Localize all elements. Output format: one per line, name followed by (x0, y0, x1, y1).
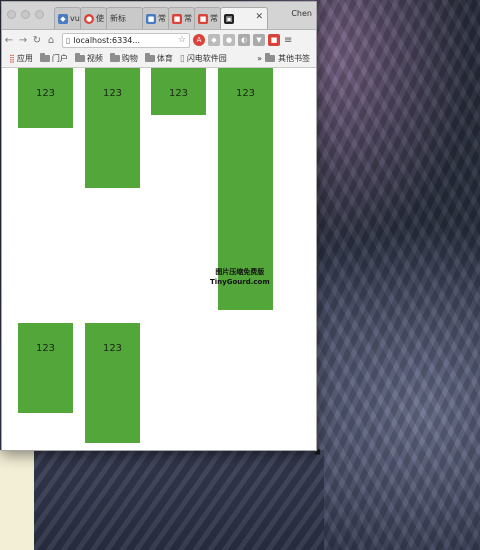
bookmark-label: 其他书签 (278, 54, 310, 63)
desktop-corner (0, 450, 34, 550)
bookmark-label: 闪电软件园 (186, 54, 227, 63)
tab-active[interactable]: ▣ ✕ (220, 7, 268, 29)
bookmark-page[interactable]: ▯ 闪电软件园 (180, 53, 227, 64)
menu-icon[interactable]: ≡ (284, 35, 292, 46)
tab-label: 常 (210, 14, 218, 23)
minimize-window-button[interactable] (21, 10, 30, 19)
site-icon: ■ (198, 13, 208, 24)
apps-grid-icon: ⣿ (9, 54, 15, 63)
image-icon: ▣ (224, 13, 234, 24)
page-info-icon[interactable]: ▯ (66, 36, 70, 45)
bookmark-folder-portal[interactable]: 门户 (39, 53, 68, 64)
profile-name[interactable]: Chen (291, 9, 312, 18)
green-box: 123 (18, 68, 73, 128)
mountain-ridge (315, 0, 480, 550)
stop-icon: ● (84, 13, 94, 24)
bookmark-label: 视频 (86, 54, 103, 63)
browser-window: ◆ vu ● 使 新标 ■ 常 ■ 常 ■ 常 ▣ ✕ Chen ← → ↻ ⌂… (1, 1, 317, 451)
browser-toolbar: ← → ↻ ⌂ ▯ localhost:6334... ☆ A ◆ ● ◐ ▼ … (2, 30, 316, 50)
tab-new[interactable]: 新标 (106, 7, 143, 29)
extension-icon[interactable]: ● (223, 34, 235, 46)
bookmark-label: 应用 (16, 54, 33, 63)
bookmark-folder-shopping[interactable]: 购物 (109, 53, 138, 64)
green-box: 123 (85, 68, 140, 188)
page-icon: ▯ (179, 53, 185, 64)
tab-common-2[interactable]: ■ 常 (168, 7, 195, 29)
home-icon[interactable]: ⌂ (44, 35, 58, 46)
tab-common-1[interactable]: ■ 常 (142, 7, 169, 29)
bookmark-label: 购物 (121, 54, 138, 63)
tab-label: 常 (184, 14, 192, 23)
mountain-foreground (34, 450, 324, 550)
reload-icon[interactable]: ↻ (30, 35, 44, 46)
bookmark-apps[interactable]: ⣿ 应用 (9, 53, 33, 64)
folder-icon (39, 53, 50, 62)
green-box: 123 (18, 323, 73, 413)
bookmark-label: 体育 (156, 54, 173, 63)
url-text: localhost:6334... (73, 35, 140, 45)
bookmark-folder-video[interactable]: 视频 (74, 53, 103, 64)
vue-icon: ◆ (58, 13, 68, 24)
tab-label: 新标 (110, 14, 126, 23)
watermark-line-1: 图片压缩免费版 (215, 268, 265, 276)
adblock-icon[interactable]: A (193, 34, 205, 46)
address-bar[interactable]: ▯ localhost:6334... ☆ (62, 32, 190, 48)
maximize-window-button[interactable] (35, 10, 44, 19)
bookmark-folder-sports[interactable]: 体育 (144, 53, 173, 64)
green-box: 123 (85, 323, 140, 443)
close-tab-icon[interactable]: ✕ (255, 12, 263, 22)
green-box: 123 (151, 68, 206, 115)
extension-icon[interactable]: ■ (268, 34, 280, 46)
bookmark-star-icon[interactable]: ☆ (178, 35, 186, 45)
folder-icon (144, 53, 155, 62)
window-controls (7, 10, 44, 19)
tab-label: 常 (158, 14, 166, 23)
extension-icon[interactable]: ◐ (238, 34, 250, 46)
tab-vue[interactable]: ◆ vu (54, 7, 81, 29)
bookmark-label: 门户 (51, 54, 68, 63)
watermark-line-2: TinyGourd.com (210, 278, 270, 286)
folder-icon (74, 53, 85, 62)
tab-common-3[interactable]: ■ 常 (194, 7, 221, 29)
tab-bar: ◆ vu ● 使 新标 ■ 常 ■ 常 ■ 常 ▣ ✕ Chen (2, 2, 316, 30)
folder-icon (265, 53, 275, 62)
forward-icon[interactable]: → (16, 35, 30, 46)
close-window-button[interactable] (7, 10, 16, 19)
page-content: 123 123 123 123 123 123 图片压缩免费版 TinyGour… (2, 68, 316, 450)
bookmark-other[interactable]: » 其他书签 (257, 53, 310, 64)
back-icon[interactable]: ← (2, 35, 16, 46)
tab-use[interactable]: ● 使 (80, 7, 107, 29)
site-icon: ■ (172, 13, 182, 24)
site-icon: ■ (146, 13, 156, 24)
tab-label: 使 (96, 14, 104, 23)
more-bookmarks-icon[interactable]: » (257, 54, 262, 63)
watermark: 图片压缩免费版 TinyGourd.com (210, 267, 270, 287)
tab-strip: ◆ vu ● 使 新标 ■ 常 ■ 常 ■ 常 ▣ ✕ (54, 7, 268, 29)
bookmarks-bar: ⣿ 应用 门户 视频 购物 体育 ▯ 闪电软件园 » 其他书签 (2, 50, 316, 68)
extension-icon[interactable]: ◆ (208, 34, 220, 46)
folder-icon (109, 53, 120, 62)
tab-label: vu (70, 14, 80, 23)
filter-icon[interactable]: ▼ (253, 34, 265, 46)
